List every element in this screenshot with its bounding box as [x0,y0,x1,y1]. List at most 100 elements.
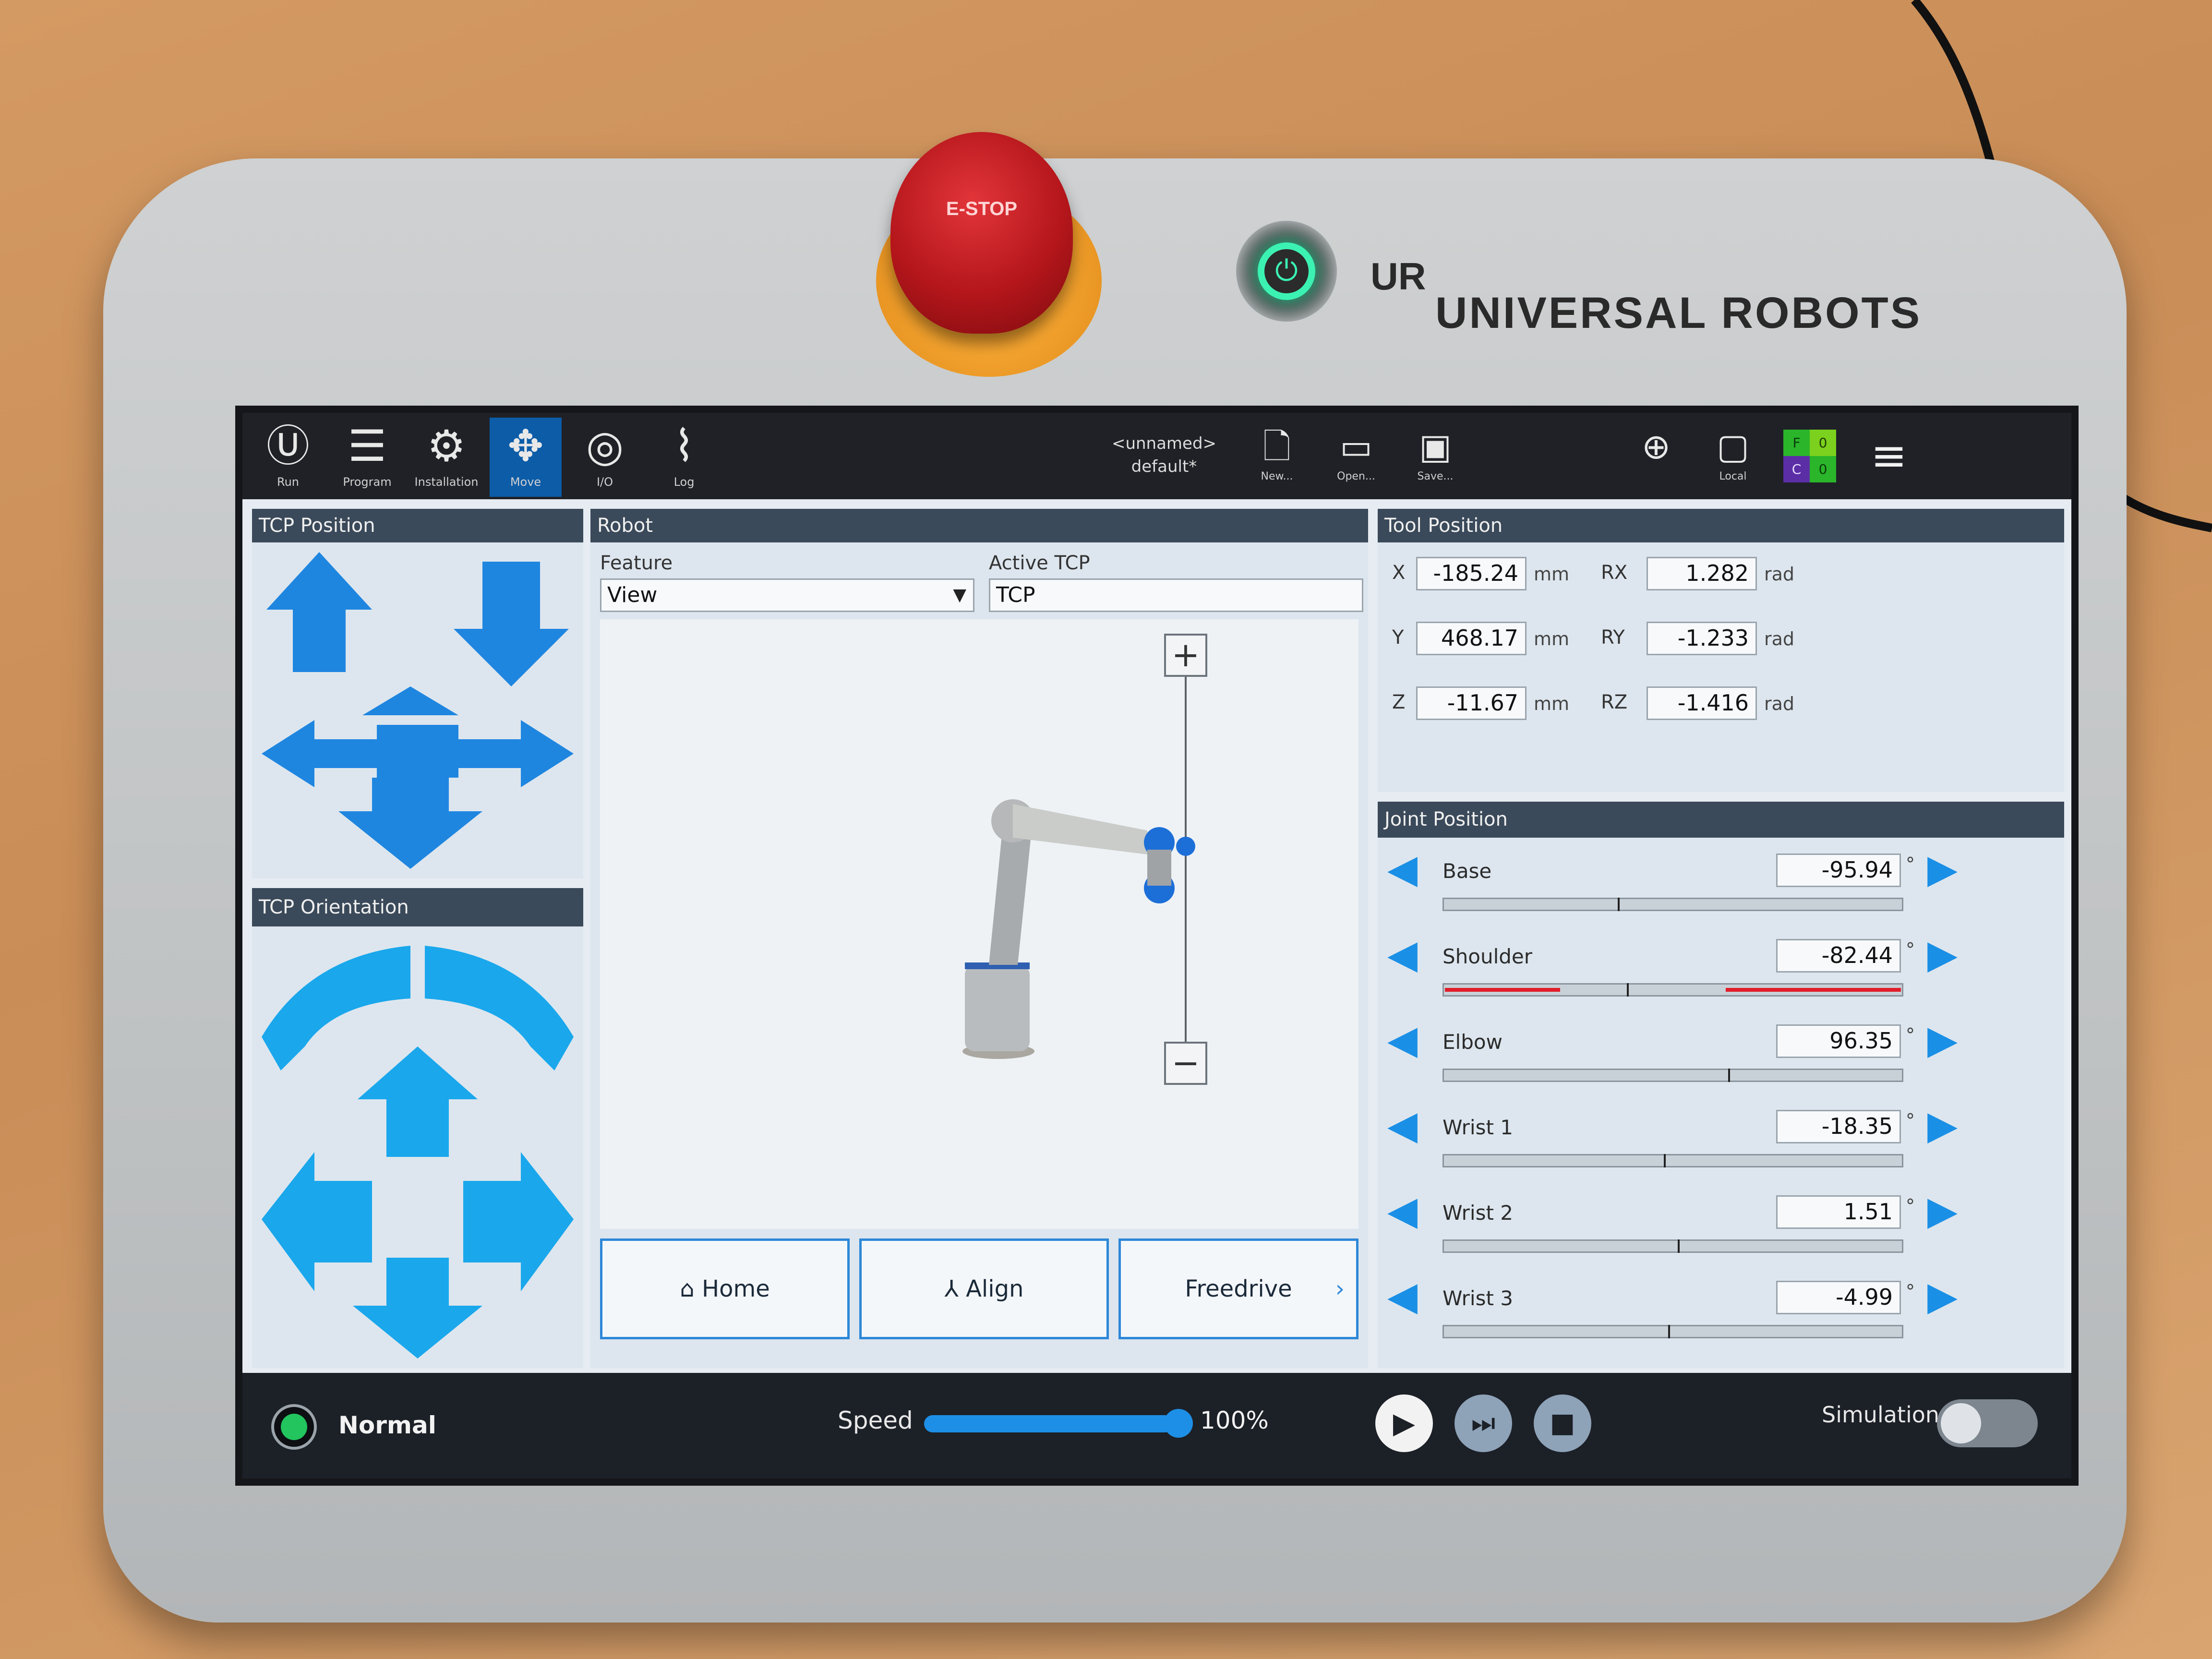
robot-model [962,799,1175,1059]
tool-rot-value[interactable]: -1.233 [1647,622,1757,655]
tab-log[interactable]: ⌇ Log [648,418,720,497]
feature-label: Feature [600,552,673,574]
zoom-in-button[interactable]: + [1164,634,1207,677]
tab-run[interactable]: Ⓤ Run [252,418,324,497]
simulation-label: Simulation [1822,1402,1940,1428]
joint-position-header: Joint Position [1378,802,2064,838]
joint-value[interactable]: -95.94 [1776,854,1901,887]
home-icon: ⌂ [680,1275,702,1302]
zoom-slider-thumb[interactable] [1176,837,1195,856]
joint-slider-position [1627,983,1629,997]
tool-rot-label: RZ [1601,691,1628,713]
feature-dropdown[interactable]: View ▼ [600,578,974,612]
joint-slider-track[interactable] [1443,1069,1903,1082]
urplus-button[interactable]: ⊕ [1625,422,1687,494]
tab-move[interactable]: ✥ Move [490,418,562,497]
tcp-orientation-header: TCP Orientation [252,888,583,926]
degree-symbol: ° [1906,854,1915,875]
align-label: Align [966,1275,1024,1302]
tab-program[interactable]: ☰ Program [331,418,403,497]
zoom-out-button[interactable]: − [1164,1042,1207,1085]
tool-rot-value[interactable]: -1.416 [1647,686,1757,720]
joint-slider-track[interactable] [1443,898,1903,911]
simulation-toggle[interactable] [1937,1399,2038,1447]
step-button[interactable]: ⏭ [1455,1395,1512,1452]
speed-slider-track[interactable] [924,1415,1174,1432]
align-button[interactable]: ⅄ Align [859,1238,1109,1339]
joint-name: Wrist 3 [1443,1286,1513,1310]
joint-value[interactable]: -18.35 [1776,1110,1901,1143]
joint-value[interactable]: 1.51 [1776,1195,1901,1229]
joint-increase-arrow-icon[interactable]: ▶ [1927,1021,1958,1060]
power-icon: ⏻ [1258,242,1315,300]
tool-axis-unit: mm [1534,628,1570,649]
tool-rot-unit: rad [1764,628,1795,649]
home-button[interactable]: ⌂ Home [600,1238,850,1339]
degree-symbol: ° [1906,1110,1915,1131]
joint-value[interactable]: -4.99 [1776,1281,1901,1314]
degree-symbol: ° [1906,1024,1915,1046]
joint-increase-arrow-icon[interactable]: ▶ [1927,1191,1958,1231]
tool-axis-value[interactable]: 468.17 [1416,622,1527,655]
top-toolbar: Ⓤ Run ☰ Program ⚙ Installation ✥ Move ◎ … [242,413,2071,499]
joint-value[interactable]: 96.35 [1776,1024,1901,1058]
joint-value[interactable]: -82.44 [1776,939,1901,973]
open-folder-icon: ▭ [1339,426,1373,467]
joint-increase-arrow-icon[interactable]: ▶ [1927,1106,1958,1145]
tab-installation[interactable]: ⚙ Installation [410,418,482,497]
joint-limit-warning [1445,988,1560,992]
degree-symbol: ° [1906,1281,1915,1302]
freedrive-button[interactable]: Freedrive › [1118,1238,1358,1339]
force-control-indicator[interactable]: F 0 C 0 [1783,430,1836,482]
stop-button[interactable]: ■ [1534,1395,1591,1452]
tool-rot-value[interactable]: 1.282 [1647,557,1757,590]
joint-decrease-arrow-icon[interactable]: ◀ [1387,1191,1418,1231]
joint-slider-track[interactable] [1443,1239,1903,1253]
local-button[interactable]: ▢ Local [1702,422,1764,494]
joint-increase-arrow-icon[interactable]: ▶ [1927,935,1958,974]
ur-plus-icon: ⊕ [1641,426,1671,467]
tool-rot-unit: rad [1764,693,1795,714]
arrow-up-icon [266,552,372,672]
save-icon: ▣ [1419,426,1452,467]
joint-slider-position [1728,1069,1730,1082]
joint-slider-track[interactable] [1443,1325,1903,1338]
save-button[interactable]: ▣ Save... [1404,422,1467,494]
tool-axis-label: Z [1392,691,1406,713]
speed-slider-thumb[interactable] [1164,1409,1193,1438]
robot-3d-view[interactable]: + − [600,619,1358,1229]
tilt-down-icon [353,1258,482,1358]
joint-increase-arrow-icon[interactable]: ▶ [1927,850,1958,889]
open-button[interactable]: ▭ Open... [1325,422,1387,494]
joint-decrease-arrow-icon[interactable]: ◀ [1387,850,1418,889]
speed-slider-fill [924,1415,1174,1432]
status-text[interactable]: Normal [338,1411,436,1439]
freedrive-label: Freedrive [1185,1275,1292,1302]
joint-decrease-arrow-icon[interactable]: ◀ [1387,1277,1418,1316]
degree-symbol: ° [1906,1195,1915,1216]
tilt-left-icon [262,1152,372,1291]
chevron-down-icon: ▼ [953,585,966,605]
joint-decrease-arrow-icon[interactable]: ◀ [1387,935,1418,974]
play-button[interactable]: ▶ [1375,1395,1433,1452]
play-icon: ▶ [1393,1407,1416,1440]
joint-name: Wrist 1 [1443,1116,1513,1139]
active-tcp-label: Active TCP [989,552,1090,574]
tcp-position-header: TCP Position [252,509,583,542]
joint-increase-arrow-icon[interactable]: ▶ [1927,1277,1958,1316]
joint-slider-position [1678,1239,1680,1253]
tool-axis-value[interactable]: -11.67 [1416,686,1527,720]
new-file-icon: 🗋 [1263,426,1291,467]
tool-axis-value[interactable]: -185.24 [1416,557,1527,590]
tab-run-label: Run [276,475,300,489]
joint-decrease-arrow-icon[interactable]: ◀ [1387,1021,1418,1060]
hamburger-menu-icon[interactable]: ≡ [1865,434,1913,478]
active-tcp-field[interactable]: TCP [989,578,1363,612]
tab-io[interactable]: ◎ I/O [569,418,641,497]
new-button[interactable]: 🗋 New... [1246,422,1308,494]
arrow-down-icon [454,562,569,686]
joint-slider-track[interactable] [1443,1154,1903,1167]
estop-button[interactable] [890,132,1073,334]
joint-decrease-arrow-icon[interactable]: ◀ [1387,1106,1418,1145]
open-label: Open... [1337,470,1375,482]
